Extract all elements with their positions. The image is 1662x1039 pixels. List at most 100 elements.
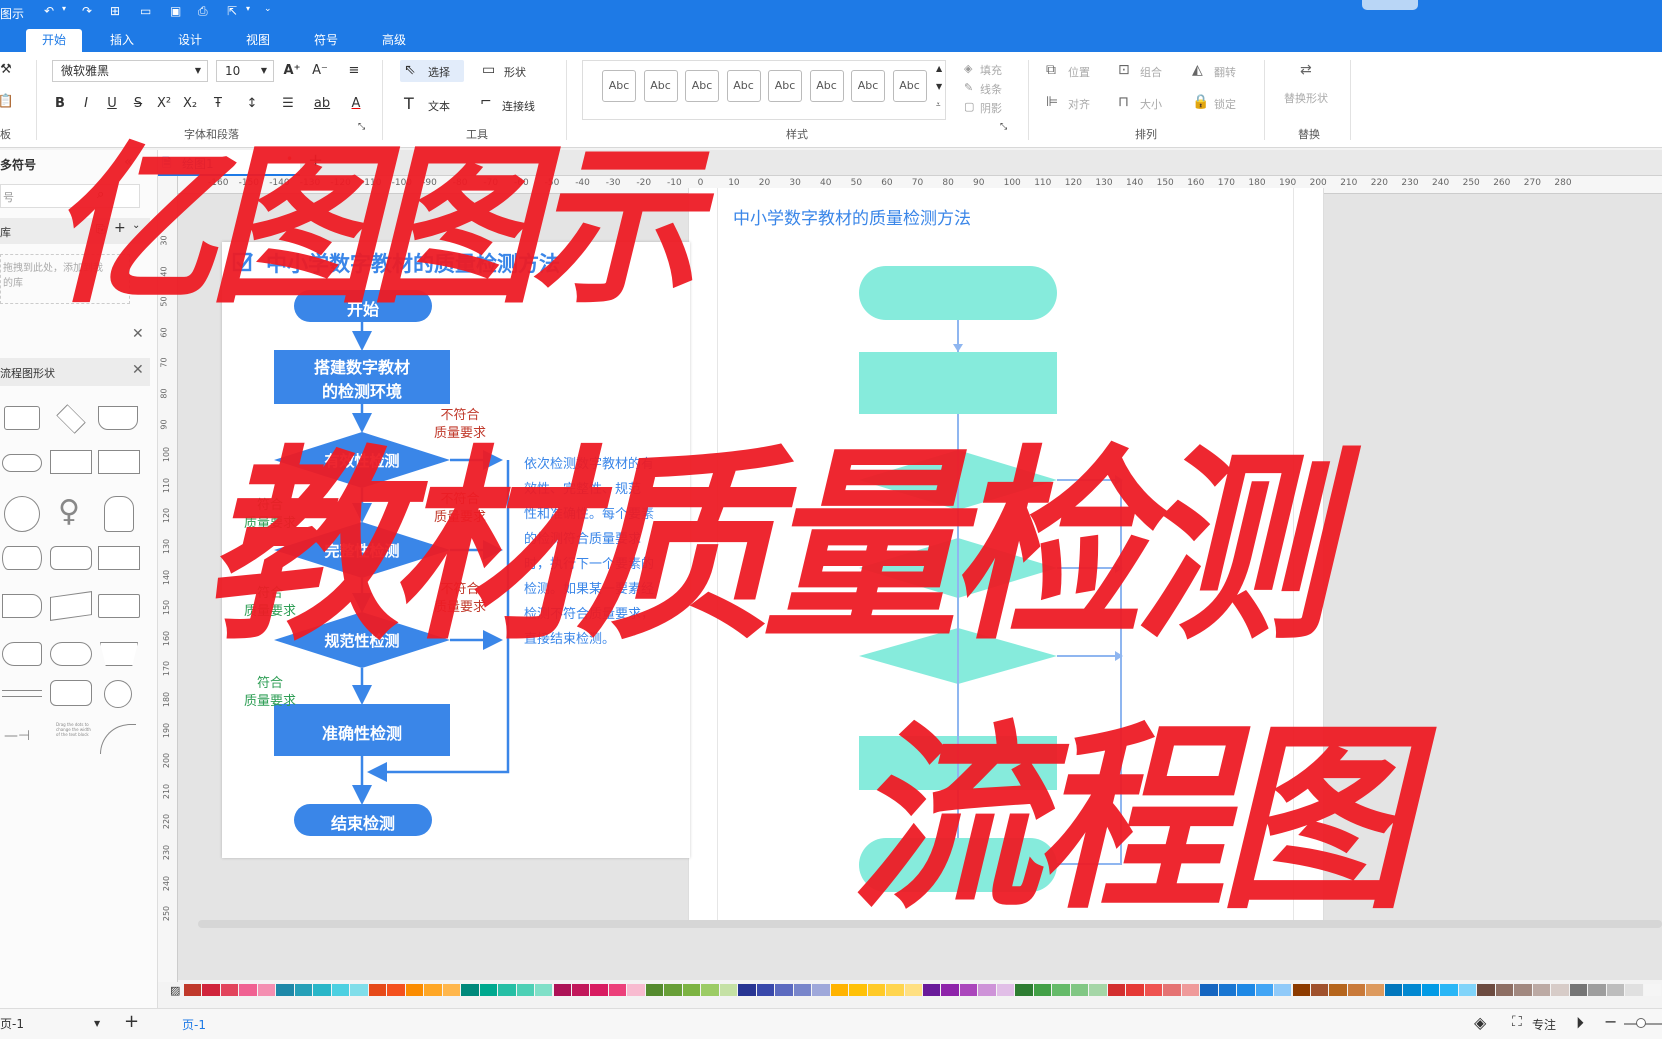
delay-shape[interactable] — [2, 594, 42, 618]
color-swatch[interactable] — [1089, 984, 1107, 996]
style-sample-button[interactable]: Abc — [685, 70, 719, 102]
color-swatch[interactable] — [1366, 984, 1384, 996]
line-spacing-icon[interactable]: ↕ — [242, 94, 262, 114]
color-swatch[interactable] — [1384, 984, 1403, 996]
color-swatch[interactable] — [1015, 984, 1033, 996]
select-tool-button[interactable]: ⇖ 选择 — [400, 60, 464, 82]
font-family-select[interactable]: 微软雅黑 ▼ — [52, 60, 208, 82]
color-swatch[interactable] — [535, 984, 553, 996]
color-swatch[interactable] — [350, 984, 368, 996]
arc-shape[interactable] — [100, 724, 136, 754]
person-shape[interactable] — [104, 496, 134, 532]
color-swatch[interactable] — [1126, 984, 1144, 996]
close-icon[interactable]: ✕ — [132, 362, 144, 378]
color-swatch[interactable] — [1292, 984, 1310, 996]
color-swatch[interactable] — [996, 984, 1015, 996]
color-swatch[interactable] — [1458, 984, 1477, 996]
align-icon[interactable]: ≡ — [344, 61, 364, 81]
flowchart-shapes-header[interactable]: 流程图形状 ✕ — [0, 358, 150, 386]
color-swatch[interactable] — [1569, 984, 1588, 996]
color-swatch[interactable] — [1033, 984, 1052, 996]
color-swatch[interactable] — [886, 984, 904, 996]
focus-label[interactable]: 专注 — [1532, 1016, 1556, 1033]
color-swatch[interactable] — [571, 984, 590, 996]
zoom-slider-handle[interactable] — [1636, 1018, 1646, 1028]
style-sample-button[interactable]: Abc — [768, 70, 802, 102]
color-swatch[interactable] — [1237, 984, 1255, 996]
position-button[interactable]: 位置 — [1068, 64, 1090, 80]
shadow-button[interactable]: 阴影 — [980, 100, 1002, 116]
color-swatch[interactable] — [1200, 984, 1218, 996]
stored-data-shape[interactable] — [2, 546, 42, 570]
font-grow-icon[interactable]: A⁺ — [282, 61, 302, 81]
color-swatch[interactable] — [184, 984, 202, 996]
actor-shape[interactable]: ♀ — [58, 494, 80, 529]
text-tool-button[interactable]: T 文本 — [404, 94, 464, 116]
gallery-more-icon[interactable]: ⩡ — [936, 100, 941, 110]
play-icon[interactable]: ⏵ — [1576, 1013, 1584, 1033]
text-case-icon[interactable]: Ŧ — [208, 94, 228, 114]
flip-button[interactable]: 翻转 — [1214, 64, 1236, 80]
format-painter-icon[interactable]: ⚒ — [0, 60, 16, 80]
style-dialog-launcher-icon[interactable]: ⤡ — [1000, 122, 1007, 132]
teal-process-shape[interactable] — [859, 352, 1057, 414]
color-swatch[interactable] — [516, 984, 535, 996]
color-swatch[interactable] — [849, 984, 867, 996]
style-sample-button[interactable]: Abc — [809, 70, 844, 102]
preparation-shape[interactable] — [50, 642, 92, 666]
color-swatch[interactable] — [775, 984, 793, 996]
layers-icon[interactable]: ◈ — [1474, 1013, 1486, 1032]
decision-shape[interactable] — [56, 404, 86, 434]
export-icon[interactable]: ⇱ — [227, 4, 237, 18]
redo-icon[interactable]: ↷ — [82, 4, 92, 18]
color-swatch[interactable] — [1588, 984, 1606, 996]
zoom-out-icon[interactable]: − — [1604, 1012, 1617, 1031]
color-swatch[interactable] — [1144, 984, 1163, 996]
manual-operation-shape[interactable] — [100, 642, 138, 666]
connector-circle-shape[interactable] — [4, 496, 40, 532]
tab-symbols[interactable]: 符号 — [298, 29, 354, 52]
color-swatch[interactable] — [498, 984, 516, 996]
color-swatch[interactable] — [257, 984, 276, 996]
font-color-icon[interactable]: A — [346, 94, 366, 114]
text-block-shape[interactable]: Drag the dots to change the width of the… — [56, 722, 92, 752]
style-sample-button[interactable]: Abc — [726, 70, 761, 102]
color-swatch[interactable] — [941, 984, 959, 996]
connector-tool-button[interactable]: ⌐ 连接线 — [478, 94, 558, 116]
style-sample-button[interactable]: Abc — [643, 70, 678, 102]
display-shape[interactable] — [98, 594, 140, 618]
color-swatch[interactable] — [405, 984, 424, 996]
card-shape[interactable] — [98, 546, 140, 570]
color-swatch[interactable] — [904, 984, 922, 996]
color-swatch[interactable] — [664, 984, 682, 996]
color-swatch[interactable] — [959, 984, 978, 996]
more-symbols-button[interactable]: 多符号 — [0, 156, 36, 173]
color-swatch[interactable] — [424, 984, 442, 996]
customize-toolbar-icon[interactable]: ⌄ — [264, 4, 272, 14]
highlight-icon[interactable]: ab — [312, 94, 332, 114]
document-shape[interactable] — [98, 406, 138, 430]
tab-advanced[interactable]: 高级 — [366, 29, 422, 52]
color-swatch[interactable] — [756, 984, 775, 996]
tab-view[interactable]: 视图 — [230, 29, 286, 52]
color-swatch[interactable] — [294, 984, 313, 996]
color-swatch[interactable] — [867, 984, 886, 996]
superscript-icon[interactable]: X² — [154, 94, 174, 114]
open-folder-icon[interactable]: ▭ — [140, 4, 151, 18]
color-swatch[interactable] — [1514, 984, 1532, 996]
color-swatch[interactable] — [1606, 984, 1625, 996]
font-size-select[interactable]: 10 ▼ — [216, 60, 274, 82]
color-swatch[interactable] — [1218, 984, 1237, 996]
account-pill[interactable] — [1362, 0, 1418, 10]
color-swatch[interactable] — [1181, 984, 1200, 996]
color-swatch[interactable] — [368, 984, 387, 996]
color-swatch[interactable] — [239, 984, 257, 996]
color-swatch[interactable] — [682, 984, 701, 996]
color-swatch[interactable] — [1255, 984, 1274, 996]
font-shrink-icon[interactable]: A⁻ — [310, 61, 330, 81]
replace-shape-button[interactable]: 替换形状 — [1284, 90, 1328, 106]
color-swatch[interactable] — [1070, 984, 1089, 996]
color-swatch[interactable] — [1625, 984, 1643, 996]
undo-icon[interactable]: ↶ — [44, 4, 54, 18]
focus-icon[interactable]: ⛶ — [1512, 1014, 1522, 1030]
